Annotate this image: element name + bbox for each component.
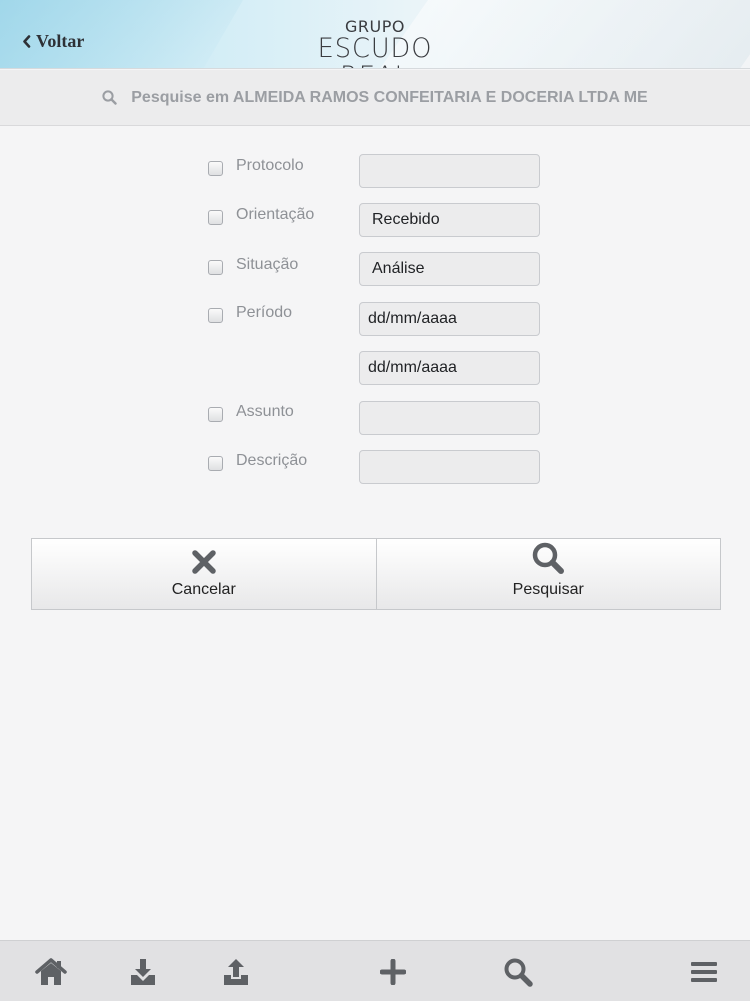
cancel-button[interactable]: Cancelar	[31, 538, 377, 610]
periodo-end-field[interactable]: dd/mm/aaaa	[359, 351, 540, 385]
download-tab[interactable]	[126, 955, 160, 989]
search-icon	[504, 958, 533, 987]
search-label: Pesquisar	[512, 581, 584, 598]
protocolo-label: Protocolo	[236, 157, 304, 174]
cancel-label: Cancelar	[171, 581, 236, 598]
protocolo-field[interactable]	[359, 154, 540, 188]
assunto-field[interactable]	[359, 401, 540, 435]
add-tab[interactable]	[376, 955, 410, 989]
brand-logo: GRUPO ESCUDO REAL	[275, 18, 475, 69]
download-icon	[131, 959, 155, 985]
search-icon	[533, 542, 565, 574]
periodo-checkbox[interactable]	[208, 308, 223, 323]
bottom-toolbar	[0, 940, 750, 1001]
menu-icon	[691, 962, 717, 982]
orientacao-checkbox[interactable]	[208, 210, 223, 225]
back-label: Voltar	[36, 31, 85, 51]
upload-icon	[224, 959, 248, 985]
descricao-field[interactable]	[359, 450, 540, 484]
situacao-checkbox[interactable]	[208, 260, 223, 275]
assunto-label: Assunto	[236, 403, 294, 420]
descricao-label: Descrição	[236, 452, 308, 469]
assunto-checkbox[interactable]	[208, 407, 223, 422]
periodo-label: Período	[236, 304, 293, 321]
back-button[interactable]: Voltar	[22, 31, 84, 52]
periodo-start-field[interactable]: dd/mm/aaaa	[359, 302, 540, 336]
search-bar[interactable]: Pesquise em ALMEIDA RAMOS CONFEITARIA E …	[0, 70, 750, 126]
search-button[interactable]: Pesquisar	[376, 538, 721, 610]
home-icon	[35, 958, 67, 985]
protocolo-checkbox[interactable]	[208, 161, 223, 176]
close-icon	[192, 550, 216, 574]
chevron-left-icon	[23, 35, 31, 48]
situacao-select[interactable]: Análise	[359, 252, 540, 286]
upload-tab[interactable]	[219, 955, 253, 989]
logo-line-2: ESCUDO REAL	[317, 33, 433, 69]
situacao-label: Situação	[236, 256, 299, 273]
action-buttons: Cancelar Pesquisar	[31, 538, 721, 610]
app-header: Voltar GRUPO ESCUDO REAL	[0, 0, 750, 69]
home-tab[interactable]	[34, 955, 68, 989]
search-tab[interactable]	[501, 955, 535, 989]
add-icon	[380, 959, 406, 985]
descricao-checkbox[interactable]	[208, 456, 223, 471]
orientacao-label: Orientação	[236, 206, 315, 223]
orientacao-select[interactable]: Recebido	[359, 203, 540, 237]
search-icon	[102, 90, 117, 105]
search-placeholder: Pesquise em ALMEIDA RAMOS CONFEITARIA E …	[131, 88, 648, 106]
menu-tab[interactable]	[687, 955, 721, 989]
